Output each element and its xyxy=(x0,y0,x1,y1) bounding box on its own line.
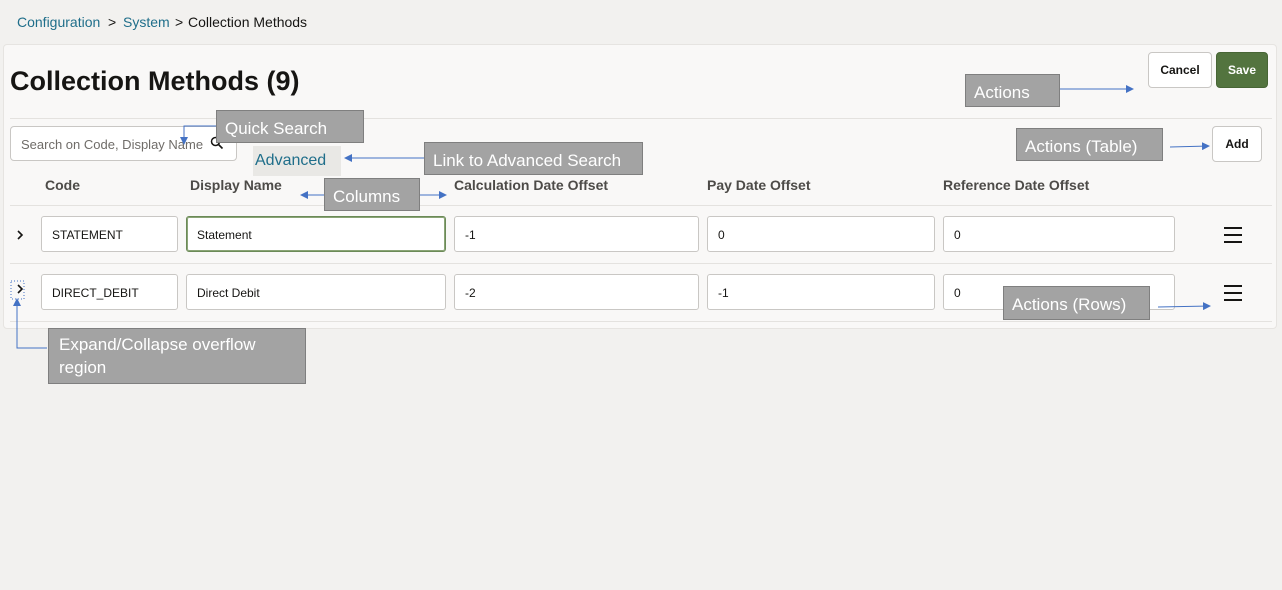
pay-date-offset-field[interactable]: 0 xyxy=(707,216,935,252)
breadcrumb-separator: > xyxy=(108,14,117,30)
column-header-display-name: Display Name xyxy=(190,177,282,193)
advanced-search-link[interactable]: Advanced xyxy=(255,152,326,170)
add-button[interactable]: Add xyxy=(1212,126,1262,162)
column-header-code: Code xyxy=(45,177,80,193)
breadcrumb-separator: > xyxy=(175,14,184,30)
row-actions-menu-icon[interactable] xyxy=(1223,284,1243,302)
column-header-pay-date-offset: Pay Date Offset xyxy=(707,177,811,193)
header-divider xyxy=(10,118,1272,119)
annotation-columns: Columns xyxy=(324,178,420,211)
quick-search-input[interactable]: Search on Code, Display Name xyxy=(10,126,237,161)
reference-date-offset-field[interactable]: 0 xyxy=(943,216,1175,252)
table-header-divider xyxy=(10,205,1272,206)
pay-offset-value: -1 xyxy=(718,286,729,300)
breadcrumb-current: Collection Methods xyxy=(188,14,308,30)
expand-chevron-icon[interactable] xyxy=(14,283,26,295)
breadcrumb-system[interactable]: System xyxy=(123,14,170,30)
expand-chevron-icon[interactable] xyxy=(14,229,26,241)
annotation-expand-line-2: region xyxy=(59,358,107,377)
calculation-date-offset-field[interactable]: -2 xyxy=(454,274,699,310)
calculation-date-offset-field[interactable]: -1 xyxy=(454,216,699,252)
annotation-link-advanced-search: Link to Advanced Search xyxy=(424,142,643,175)
code-field[interactable]: STATEMENT xyxy=(41,216,178,252)
pay-offset-value: 0 xyxy=(718,228,725,242)
display-name-field[interactable]: Direct Debit xyxy=(186,274,446,310)
code-value: DIRECT_DEBIT xyxy=(52,286,139,300)
annotation-expand-line-1: Expand/Collapse overflow xyxy=(59,335,256,354)
display-name-value: Direct Debit xyxy=(197,286,260,300)
calc-offset-value: -2 xyxy=(465,286,476,300)
save-button[interactable]: Save xyxy=(1216,52,1268,88)
code-field[interactable]: DIRECT_DEBIT xyxy=(41,274,178,310)
row-divider xyxy=(10,263,1272,264)
annotation-expand-collapse: Expand/Collapse overflow region xyxy=(48,328,306,384)
page-title: Collection Methods (9) xyxy=(10,66,300,96)
annotation-actions: Actions xyxy=(965,74,1060,107)
row-actions-menu-icon[interactable] xyxy=(1223,226,1243,244)
row-divider xyxy=(10,321,1272,322)
display-name-field[interactable]: Statement xyxy=(186,216,446,252)
calc-offset-value: -1 xyxy=(465,228,476,242)
ref-offset-value: 0 xyxy=(954,228,961,242)
annotation-quick-search: Quick Search xyxy=(216,110,364,143)
column-header-reference-date-offset: Reference Date Offset xyxy=(943,177,1090,193)
pay-date-offset-field[interactable]: -1 xyxy=(707,274,935,310)
annotation-actions-rows: Actions (Rows) xyxy=(1003,286,1150,320)
column-header-calculation-date-offset: Calculation Date Offset xyxy=(454,177,609,193)
code-value: STATEMENT xyxy=(52,228,123,242)
annotation-actions-table: Actions (Table) xyxy=(1016,128,1163,161)
display-name-value: Statement xyxy=(197,228,252,242)
ref-offset-value: 0 xyxy=(954,286,961,300)
search-placeholder: Search on Code, Display Name xyxy=(21,137,204,152)
cancel-button[interactable]: Cancel xyxy=(1148,52,1212,88)
breadcrumb-configuration[interactable]: Configuration xyxy=(17,14,100,30)
